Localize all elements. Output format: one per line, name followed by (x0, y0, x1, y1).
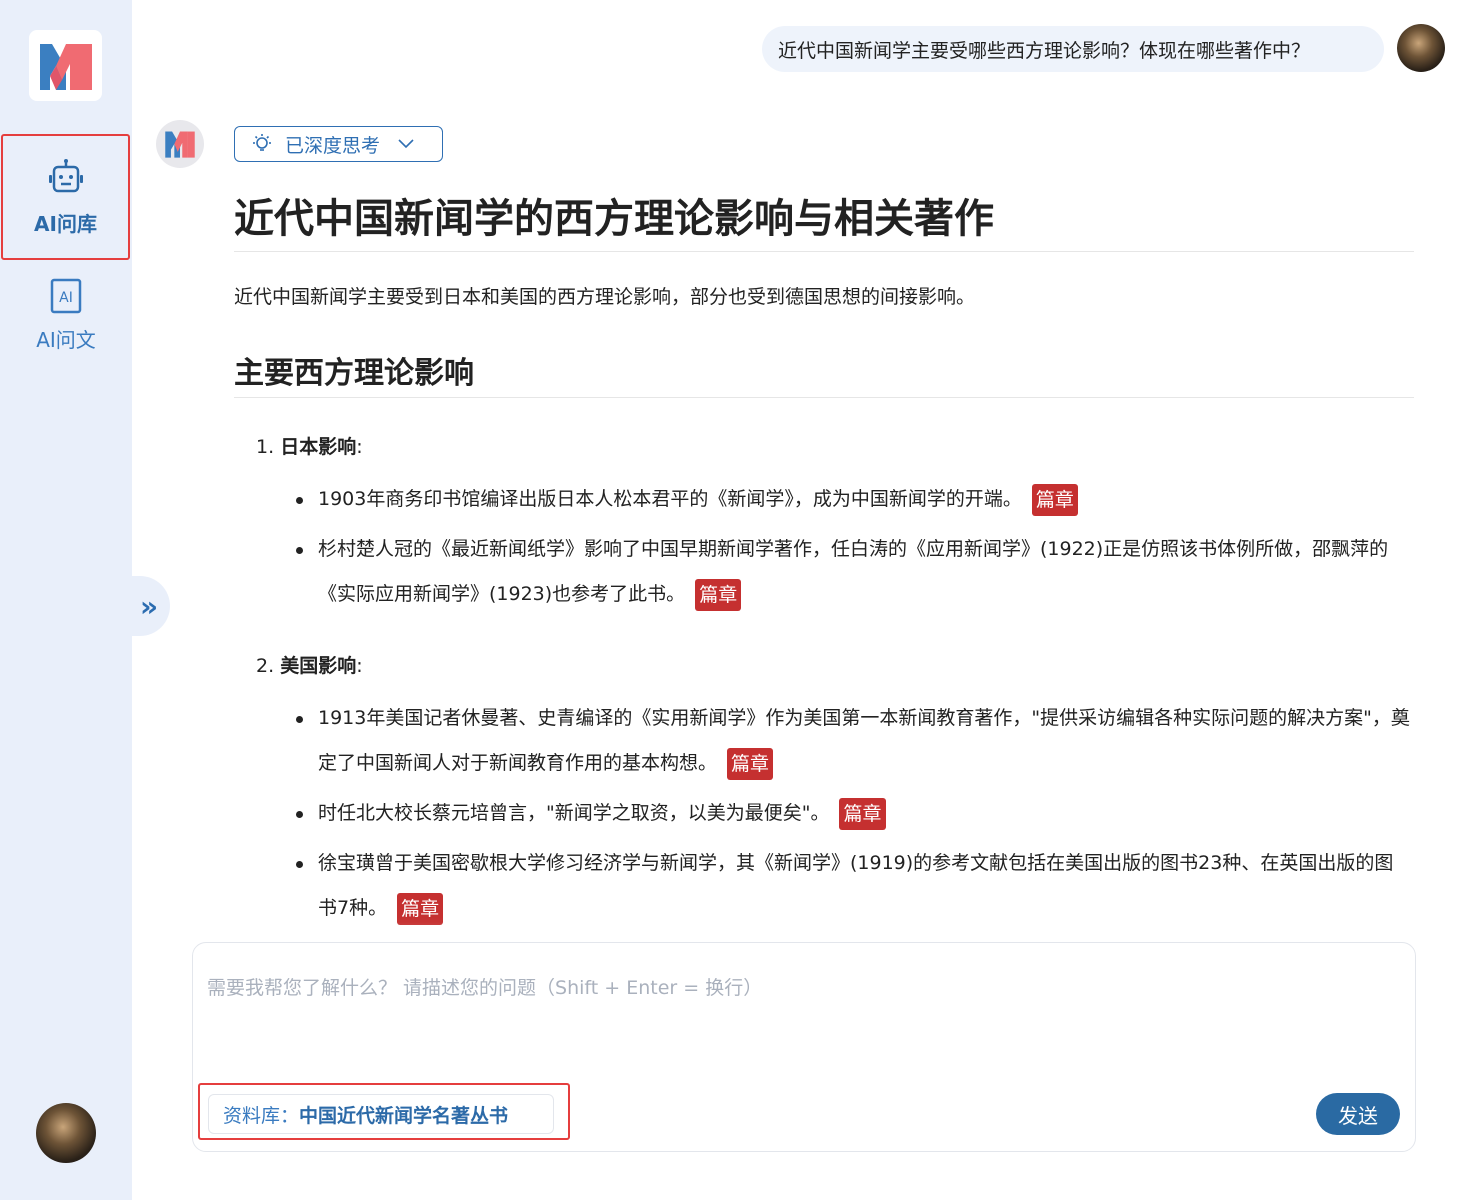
list-item-usa: 2. 美国影响: (256, 651, 363, 678)
expand-sidebar-button[interactable]: » (128, 576, 170, 636)
user-message-bubble: 近代中国新闻学主要受哪些西方理论影响？体现在哪些著作中？ (762, 26, 1384, 72)
bullet-text: 徐宝璜曾于美国密歇根大学修习经济学与新闻学，其《新闻学》(1919)的参考文献包… (318, 852, 1394, 919)
list-colon: : (356, 436, 363, 458)
list-heading: 美国影响 (280, 655, 357, 677)
bullet-text: 杉村楚人冠的《最近新闻纸学》影响了中国早期新闻学著作，任白涛的《应用新闻学》(1… (318, 538, 1389, 605)
list-item-japan: 1. 日本影响: (256, 432, 363, 459)
bullet-item: 1913年美国记者休曼著、史青编译的《实用新闻学》作为美国第一本新闻教育著作，"… (296, 696, 1411, 786)
chevron-down-icon (398, 139, 414, 149)
library-key: 资料库： (223, 1104, 300, 1127)
bullet-text: 1903年商务印书馆编译出版日本人松本君平的《新闻学》，成为中国新闻学的开端。 (318, 488, 1022, 510)
bullet-dot (296, 547, 303, 554)
bullet-dot (296, 811, 303, 818)
robot-icon (48, 158, 83, 192)
sidebar-user-avatar[interactable] (36, 1103, 96, 1163)
list-colon: : (356, 655, 363, 677)
bullet-item: 杉村楚人冠的《最近新闻纸学》影响了中国早期新闻学著作，任白涛的《应用新闻学》(1… (296, 527, 1411, 617)
user-avatar (1397, 24, 1445, 72)
assistant-avatar (156, 120, 204, 168)
sidebar: AI问库 AI AI问文 (0, 0, 132, 1200)
sidebar-item-ai-wenku[interactable]: AI问库 (1, 134, 130, 260)
list-heading: 日本影响 (280, 436, 357, 458)
list-number: 2. (256, 655, 275, 677)
bullet-text: 时任北大校长蔡元培曾言，"新闻学之取资，以美为最便矣"。 (318, 802, 830, 824)
library-value: 中国近代新闻学名著丛书 (299, 1104, 509, 1127)
source-tag[interactable]: 篇章 (727, 747, 774, 780)
sidebar-item-label: AI问文 (36, 328, 96, 352)
bullet-text: 1913年美国记者休曼著、史青编译的《实用新闻学》作为美国第一本新闻教育著作，"… (318, 707, 1410, 774)
thinking-label: 已深度思考 (285, 134, 381, 157)
sidebar-item-ai-wenwen[interactable]: AI AI问文 (0, 278, 132, 368)
send-button[interactable]: 发送 (1316, 1093, 1400, 1135)
deep-thinking-toggle[interactable]: 已深度思考 (234, 126, 443, 162)
list-number: 1. (256, 436, 275, 458)
lightbulb-icon (253, 134, 271, 151)
section-heading: 主要西方理论影响 (234, 348, 1414, 398)
ai-doc-icon: AI (50, 278, 82, 314)
bullet-dot (296, 716, 303, 723)
source-tag[interactable]: 篇章 (397, 892, 444, 925)
m-logo-icon (165, 131, 195, 158)
m-logo-icon (39, 43, 92, 90)
source-tag[interactable]: 篇章 (695, 578, 742, 611)
library-selector[interactable]: 资料库： 中国近代新闻学名著丛书 (208, 1094, 554, 1134)
bullet-item: 时任北大校长蔡元培曾言，"新闻学之取资，以美为最便矣"。 篇章 (296, 791, 1411, 836)
user-message-text: 近代中国新闻学主要受哪些西方理论影响？体现在哪些著作中？ (778, 39, 1311, 62)
answer-title: 近代中国新闻学的西方理论影响与相关著作 (234, 186, 1414, 252)
bullet-dot (296, 497, 303, 504)
app-logo[interactable] (29, 30, 102, 101)
answer-intro: 近代中国新闻学主要受到日本和美国的西方理论影响，部分也受到德国思想的间接影响。 (234, 286, 976, 308)
bullet-item: 徐宝璜曾于美国密歇根大学修习经济学与新闻学，其《新闻学》(1919)的参考文献包… (296, 841, 1411, 931)
source-tag[interactable]: 篇章 (839, 797, 886, 830)
svg-text:AI: AI (59, 290, 73, 306)
double-chevron-right-icon: » (139, 589, 159, 623)
source-tag[interactable]: 篇章 (1031, 483, 1078, 516)
sidebar-item-label: AI问库 (34, 211, 97, 236)
bullet-item: 1903年商务印书馆编译出版日本人松本君平的《新闻学》，成为中国新闻学的开端。篇… (296, 477, 1411, 522)
question-input[interactable] (207, 973, 1397, 1033)
bullet-dot (296, 861, 303, 868)
